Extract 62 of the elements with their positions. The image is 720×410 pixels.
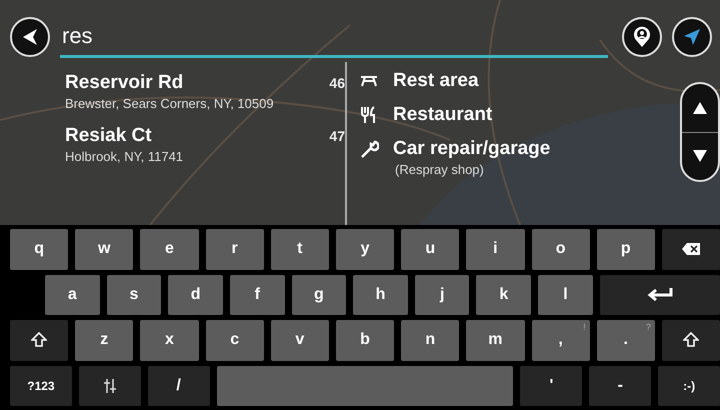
category-label[interactable]: Restaurant <box>393 104 492 126</box>
key[interactable]: h <box>353 274 408 315</box>
key[interactable]: m <box>466 320 524 360</box>
result-distance: 47 <box>329 128 345 144</box>
shift-key[interactable] <box>10 320 68 360</box>
category-label[interactable]: Car repair/garage <box>393 138 550 160</box>
key-hint: ! <box>583 322 586 332</box>
key[interactable]: z <box>75 320 134 360</box>
key[interactable]: ?123 <box>10 366 72 406</box>
category-sublabel: (Respray shop) <box>395 162 485 177</box>
category-label[interactable]: Rest area <box>393 70 479 92</box>
key[interactable]: b <box>336 320 394 360</box>
key[interactable]: a <box>45 274 100 315</box>
shift-icon <box>31 332 48 348</box>
key[interactable]: p <box>596 229 655 270</box>
result-name[interactable]: Reservoir Rd <box>65 72 330 94</box>
result-distance: 46 <box>329 75 345 91</box>
key[interactable]: x <box>140 320 199 360</box>
key[interactable]: c <box>206 320 264 360</box>
backspace-icon <box>682 243 700 256</box>
key[interactable]: / <box>148 366 210 406</box>
key[interactable]: r <box>206 229 264 270</box>
result-address: Brewster, Sears Corners, NY, 10509 <box>65 96 275 111</box>
key[interactable]: :-) <box>658 366 720 406</box>
key[interactable]: q <box>10 229 68 270</box>
key[interactable]: l <box>538 274 593 315</box>
key[interactable]: n <box>401 320 460 360</box>
key[interactable]: k <box>476 274 532 315</box>
backspace-key[interactable] <box>662 229 720 270</box>
key[interactable]: v <box>270 320 329 360</box>
settings-key[interactable] <box>78 366 141 406</box>
key[interactable]: s <box>106 274 162 315</box>
key-hint: ? <box>646 322 651 332</box>
key[interactable]: - <box>589 366 652 406</box>
key[interactable]: , ! <box>532 320 590 360</box>
key[interactable]: f <box>230 274 285 315</box>
shift-icon <box>682 332 699 348</box>
key[interactable]: u <box>401 229 460 270</box>
enter-key[interactable] <box>600 274 720 315</box>
key[interactable]: d <box>168 274 223 315</box>
down-triangle-icon <box>693 150 707 162</box>
key[interactable]: g <box>292 274 346 315</box>
key[interactable]: . ? <box>596 320 655 360</box>
result-address: Holbrook, NY, 11741 <box>65 149 184 164</box>
key[interactable]: t <box>270 229 329 270</box>
key[interactable]: i <box>466 229 524 270</box>
shift-key[interactable] <box>662 320 720 360</box>
search-field[interactable]: res <box>60 16 608 58</box>
navigation-arrow-icon <box>683 28 701 46</box>
key[interactable]: ' <box>520 366 582 406</box>
key[interactable]: o <box>532 229 590 270</box>
wrench-icon <box>359 139 379 159</box>
back-arrow-icon <box>22 28 38 46</box>
key[interactable]: w <box>75 229 134 270</box>
key[interactable]: j <box>414 274 470 315</box>
key[interactable]: y <box>336 229 394 270</box>
key[interactable]: e <box>140 229 199 270</box>
up-triangle-icon <box>693 102 707 114</box>
sliders-icon <box>102 378 117 393</box>
enter-icon <box>646 288 673 302</box>
result-name[interactable]: Resiak Ct <box>65 125 330 147</box>
person-pin-icon <box>633 26 651 48</box>
